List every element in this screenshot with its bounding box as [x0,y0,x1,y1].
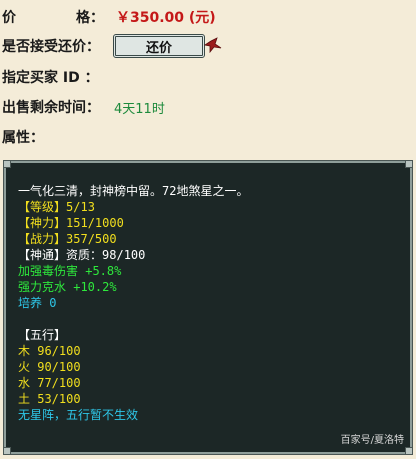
bonus-line-2: 强力克水 +10.2% [18,280,117,294]
spirit-value: 151/1000 [66,216,124,230]
bonus-line-1: 加强毒伤害 +5.8% [18,264,122,278]
attributes-label: 属性： [2,130,44,146]
level-label: 【等级】 [18,200,67,214]
combat-value: 357/500 [66,232,117,246]
element-water: 水 77/100 [18,376,81,390]
counteroffer-button-label: 还价 [145,40,172,56]
panel-corner [405,160,413,168]
element-wood: 木 96/100 [18,344,81,358]
divine-value: 资质：98/100 [66,248,146,262]
element-earth: 土 53/100 [18,392,81,406]
price-label-part2: 格： [76,10,104,26]
ribbon-ornament-icon [203,37,222,54]
accept-counteroffer-label: 是否接受还价： [2,39,100,55]
level-line: 【等级】5/13 [18,199,402,215]
cultivate-line: 培养 0 [18,296,57,310]
price-value: ￥350.00 (元) [116,10,216,26]
watermark: 百家号/夏洛特 [340,435,404,446]
accept-counteroffer-row: 是否接受还价： 还价 [0,33,416,59]
designated-buyer-row: 指定买家 ID ： [0,64,416,90]
attributes-panel: 一气化三清，封神榜中留。72地煞星之一。 【等级】5/13 【神力】151/10… [3,160,413,455]
attributes-text: 一气化三清，封神榜中留。72地煞星之一。 【等级】5/13 【神力】151/10… [18,183,402,423]
five-elements-header: 【五行】 [18,328,67,342]
description-line: 一气化三清，封神榜中留。72地煞星之一。 [18,184,249,198]
panel-corner [3,160,11,168]
panel-corner [3,447,11,455]
level-value: 5/13 [66,200,95,214]
remaining-time-label: 出售剩余时间： [2,100,100,116]
remaining-time-row: 出售剩余时间： 4天11时 [0,94,416,120]
no-formation-line: 无星阵，五行暂不生效 [18,408,139,422]
price-label-part1: 价 [2,10,16,26]
combat-line: 【战力】357/500 [18,231,402,247]
designated-buyer-label: 指定买家 ID ： [2,70,99,86]
price-row: 价 格： ￥350.00 (元) [0,4,416,30]
combat-label: 【战力】 [18,232,67,246]
counteroffer-button[interactable]: 还价 [113,34,205,58]
spirit-label: 【神力】 [18,216,67,230]
divine-label: 【神通】 [18,248,67,262]
divine-line: 【神通】资质：98/100 [18,247,402,263]
panel-corner [405,447,413,455]
spirit-line: 【神力】151/1000 [18,215,402,231]
remaining-time-value: 4天11时 [114,101,165,117]
attributes-row: 属性： [0,124,416,150]
element-fire: 火 90/100 [18,360,81,374]
